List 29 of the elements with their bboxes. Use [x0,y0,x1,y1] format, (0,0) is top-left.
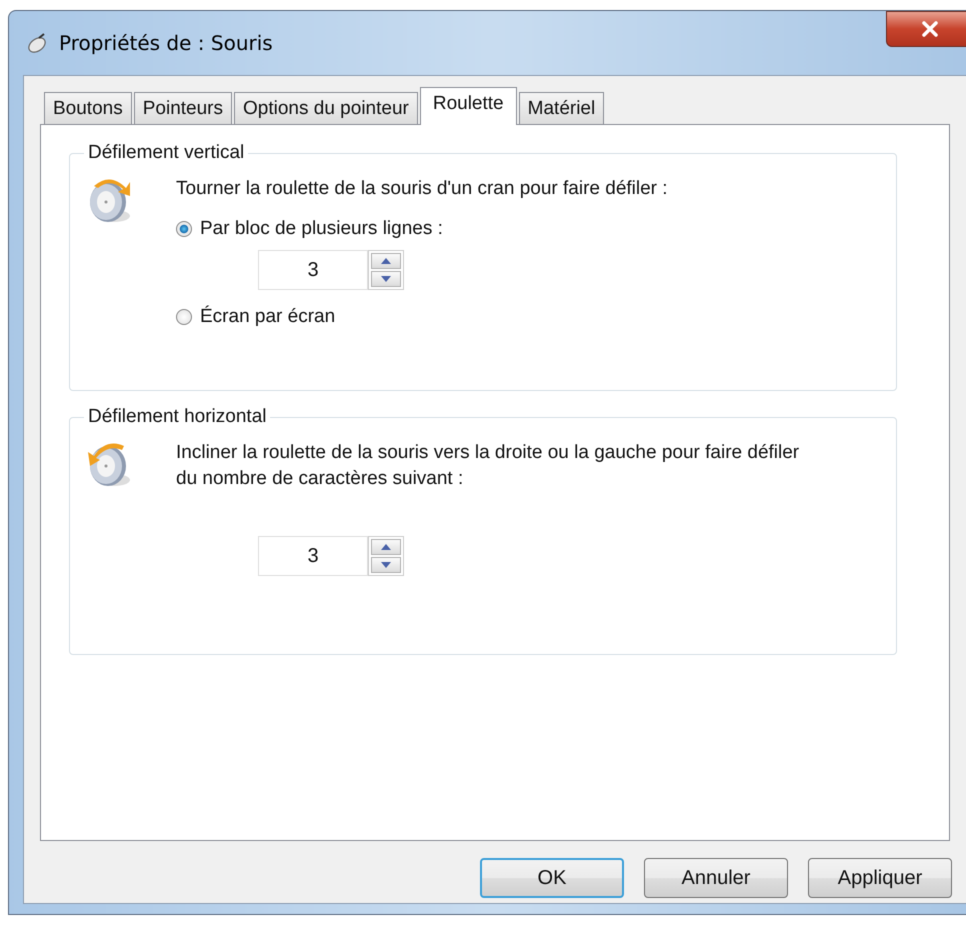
tab[interactable]: Roulette [420,87,517,125]
tab[interactable]: Options du pointeur [234,92,418,124]
up-arrow-icon [381,544,391,550]
down-arrow-icon [381,276,391,282]
spin-up-button[interactable] [371,539,401,555]
tab[interactable]: Pointeurs [134,92,232,124]
down-arrow-icon [381,562,391,568]
dialog-button[interactable]: OK [480,858,624,898]
close-button[interactable] [886,11,966,47]
up-arrow-icon [381,258,391,264]
close-icon [919,20,941,38]
radio-option[interactable]: Écran par écran [176,306,816,328]
number-field[interactable]: 3 [258,536,368,576]
radio-label: Écran par écran [200,306,336,328]
dialog-button[interactable]: Annuler [644,858,788,898]
radio-button[interactable] [176,309,192,325]
tab[interactable]: Matériel [518,92,604,124]
spin-down-button[interactable] [371,271,401,287]
number-field[interactable]: 3 [258,250,368,290]
description-text: Tourner la roulette de la souris d'un cran pour faire défiler : [176,177,669,201]
spin-down-button[interactable] [371,557,401,573]
spin-up-button[interactable] [371,253,401,269]
description-text: Incliner la roulette de la souris vers la droite ou la gauche pour faire défiler du nombre de caractères suivant : [176,441,800,491]
radio-button[interactable] [176,221,192,237]
window-title: Propriétés de : Souris [59,31,273,55]
radio-label: Par bloc de plusieurs lignes : [200,218,443,240]
tab[interactable]: Boutons [44,92,132,124]
radio-option[interactable]: Par bloc de plusieurs lignes : [176,218,816,240]
dialog-button[interactable]: Appliquer [808,858,952,898]
